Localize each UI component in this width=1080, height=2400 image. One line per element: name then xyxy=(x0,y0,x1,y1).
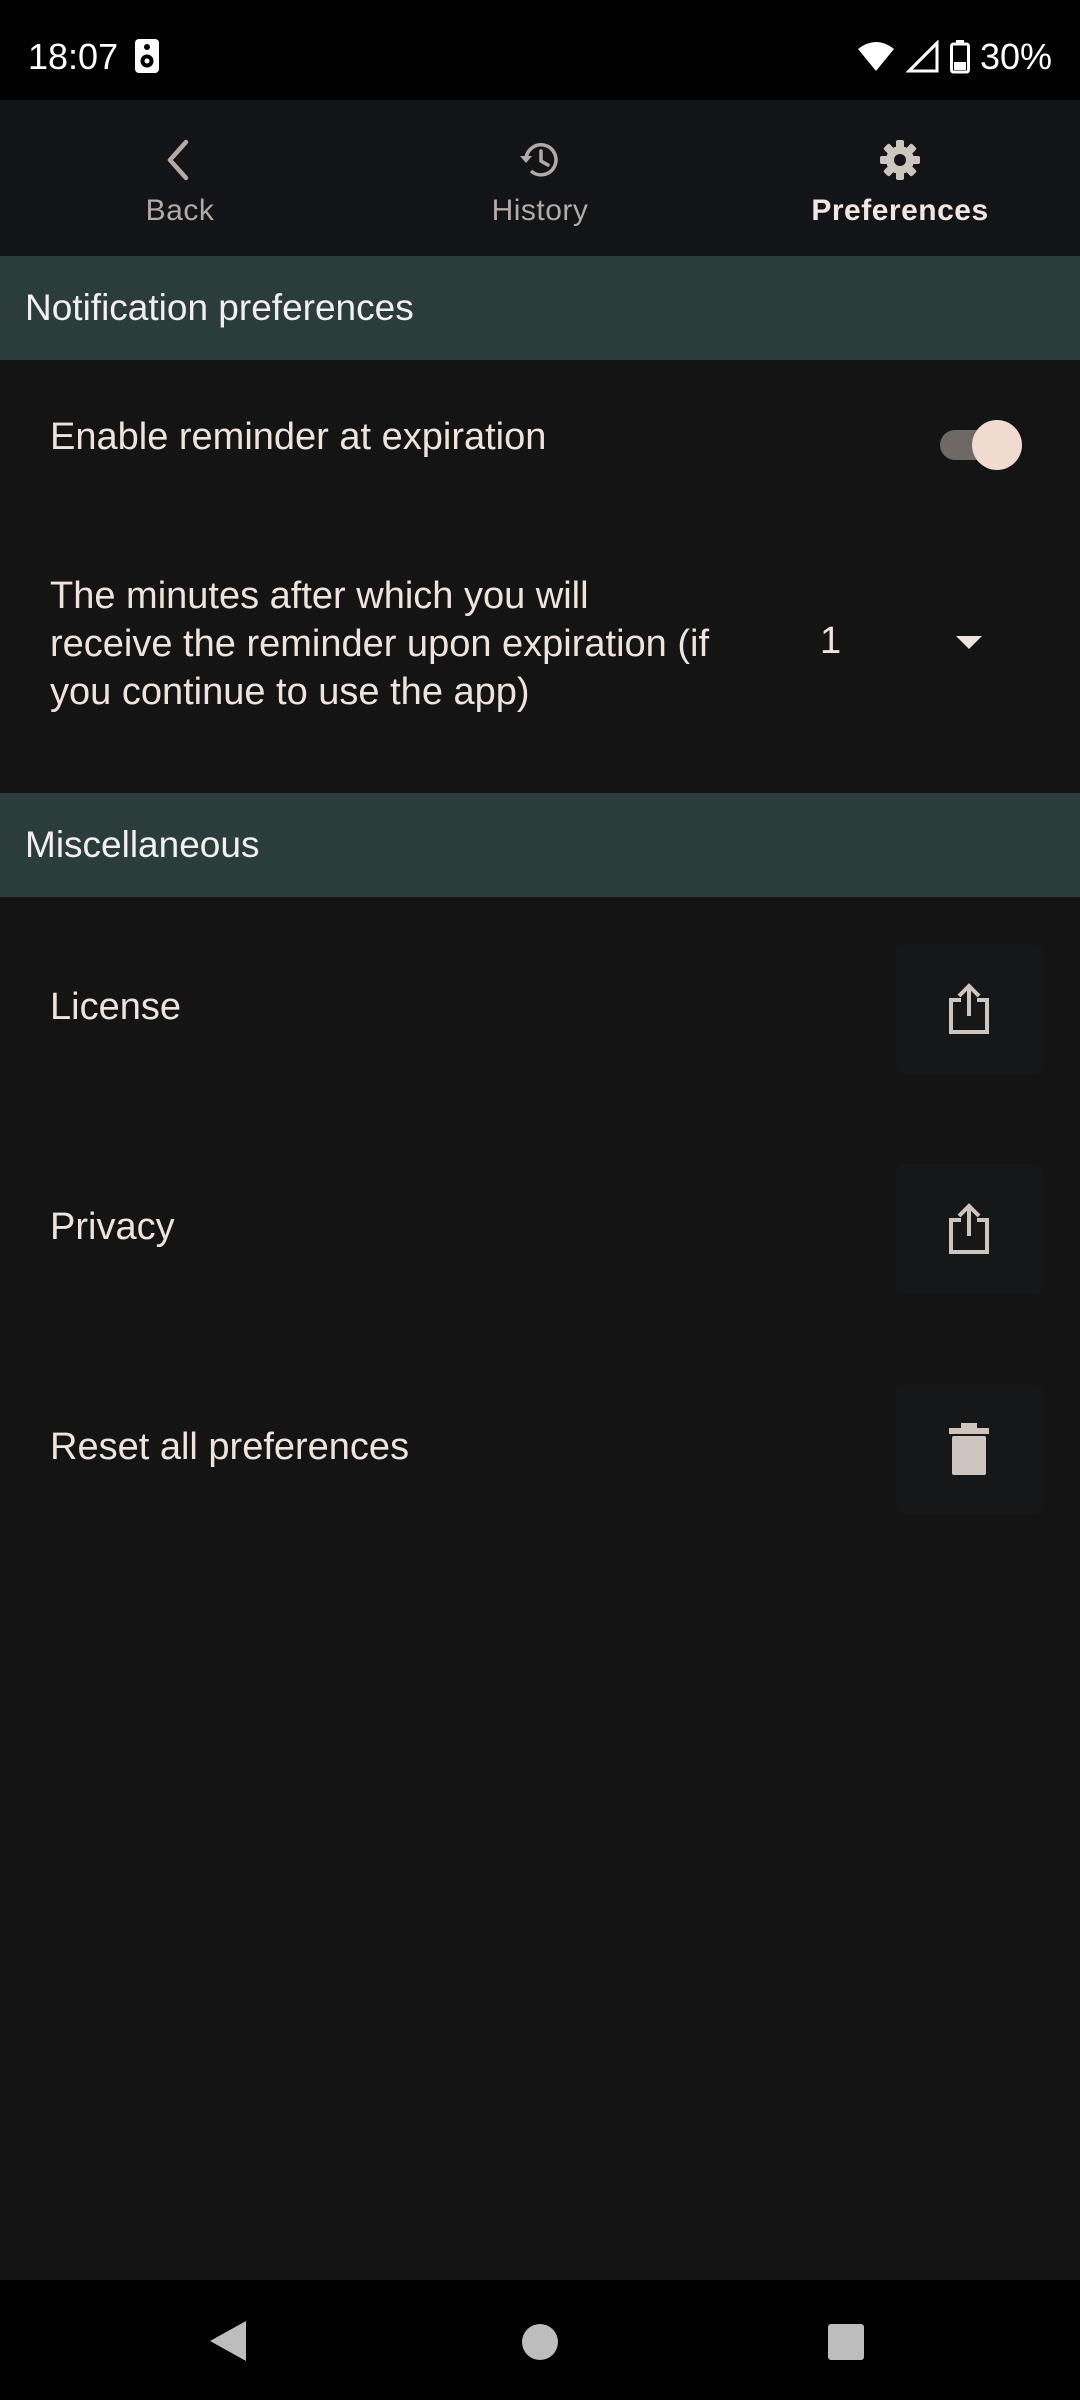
nav-preferences-label: Preferences xyxy=(811,194,989,227)
nav-back[interactable]: Back xyxy=(0,100,360,256)
section-title: Miscellaneous xyxy=(25,824,260,865)
chevron-left-icon xyxy=(167,139,189,181)
section-header-miscellaneous: Miscellaneous xyxy=(0,793,1080,897)
reminder-label: Enable reminder at expiration xyxy=(50,416,547,458)
nav-history[interactable]: History xyxy=(360,100,720,256)
nav-history-label: History xyxy=(491,194,589,227)
reminder-toggle[interactable] xyxy=(938,416,1024,470)
reset-delete-button[interactable] xyxy=(896,1384,1042,1514)
status-time: 18:07 xyxy=(28,36,119,77)
minutes-label-line: receive the reminder upon expiration (if xyxy=(50,623,710,665)
top-navigation: Back History Preferences xyxy=(0,100,1080,256)
minutes-dropdown[interactable]: 1 xyxy=(800,606,1000,676)
nav-preferences[interactable]: Preferences xyxy=(720,100,1080,256)
battery-icon xyxy=(949,40,970,74)
privacy-label: Privacy xyxy=(50,1206,175,1248)
nav-back-label: Back xyxy=(145,194,215,227)
speaker-icon xyxy=(135,39,159,73)
history-icon xyxy=(520,143,558,177)
minutes-label: The minutes after which you will receive… xyxy=(50,572,770,716)
caret-down-icon xyxy=(956,636,982,649)
trash-icon xyxy=(949,1423,989,1475)
system-recents-icon[interactable] xyxy=(826,2322,866,2362)
reset-label: Reset all preferences xyxy=(50,1426,410,1468)
signal-icon xyxy=(905,40,939,73)
gear-icon xyxy=(880,140,920,180)
system-back-icon[interactable] xyxy=(206,2318,250,2364)
wifi-icon xyxy=(857,42,894,71)
privacy-share-button[interactable] xyxy=(896,1164,1042,1294)
system-navigation-bar xyxy=(0,2280,1080,2400)
battery-percentage: 30% xyxy=(979,36,1052,77)
share-icon xyxy=(949,983,989,1034)
license-share-button[interactable] xyxy=(896,944,1042,1074)
minutes-label-line: you continue to use the app) xyxy=(50,671,530,713)
share-icon xyxy=(949,1203,989,1254)
minutes-label-line: The minutes after which you will xyxy=(50,575,589,617)
minutes-value: 1 xyxy=(820,620,842,662)
license-label: License xyxy=(50,986,181,1028)
system-home-icon[interactable] xyxy=(520,2322,560,2362)
section-header-notifications: Notification preferences xyxy=(0,256,1080,360)
status-icons: 30% xyxy=(856,36,1052,78)
toggle-thumb xyxy=(972,420,1022,470)
status-bar: 18:07 30% xyxy=(0,0,1080,100)
section-title: Notification preferences xyxy=(25,287,414,328)
